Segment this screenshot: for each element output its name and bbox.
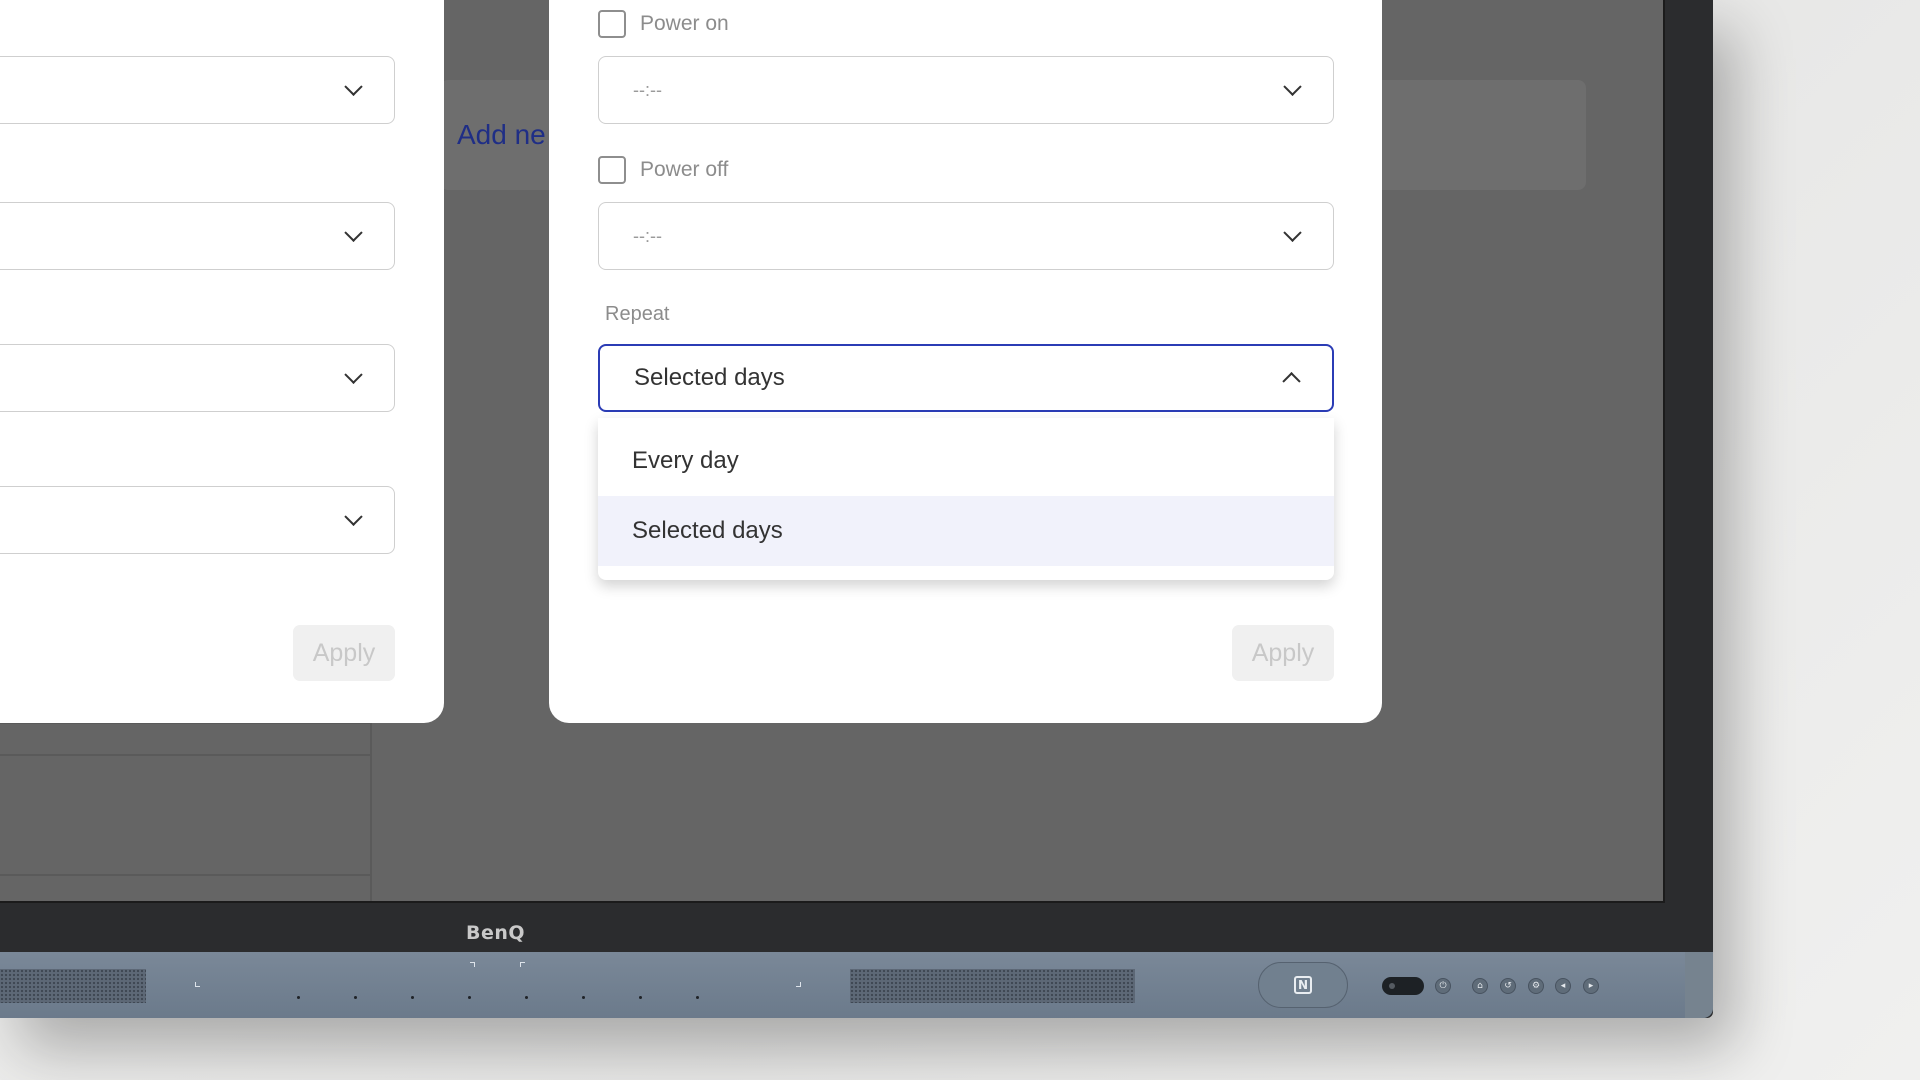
light-sensor	[1382, 977, 1424, 995]
left-apply-button[interactable]: Apply	[293, 625, 395, 681]
chevron-down-icon	[1283, 223, 1302, 242]
mic-dot	[639, 996, 642, 999]
speaker-grille-right	[850, 969, 1135, 1003]
chevron-down-icon	[344, 365, 363, 384]
mic-dot	[582, 996, 585, 999]
chevron-down-icon	[344, 223, 363, 242]
repeat-option-selected-days[interactable]: Selected days	[598, 496, 1334, 566]
repeat-option-every-day[interactable]: Every day	[598, 426, 1334, 496]
add-new-link[interactable]: Add ne	[457, 119, 546, 151]
chevron-down-icon	[1283, 77, 1302, 96]
mic-dot	[411, 996, 414, 999]
apply-button[interactable]: Apply	[1232, 625, 1334, 681]
power-off-time-value: --:--	[633, 225, 662, 246]
settings-icon[interactable]: ⚙	[1528, 978, 1544, 994]
corner-mark	[470, 962, 475, 967]
mic-dot	[468, 996, 471, 999]
mic-dot	[297, 996, 300, 999]
power-on-time-value: --:--	[633, 79, 662, 100]
volume-up-icon[interactable]: ▸	[1583, 978, 1599, 994]
repeat-select[interactable]: Selected days	[598, 344, 1334, 412]
left-select-4[interactable]	[0, 486, 395, 554]
corner-mark	[796, 982, 801, 987]
left-dialog: Apply	[0, 0, 444, 723]
power-on-checkbox[interactable]	[598, 10, 626, 38]
volume-down-icon[interactable]: ◂	[1555, 978, 1571, 994]
repeat-dropdown-menu: Every day Selected days	[598, 418, 1334, 580]
power-off-row: Power off	[598, 156, 728, 184]
brand-logo: BenQ	[466, 922, 526, 944]
power-on-label: Power on	[640, 12, 729, 35]
bg-divider	[0, 754, 372, 756]
nfc-reader[interactable]: N	[1258, 962, 1348, 1008]
power-off-checkbox[interactable]	[598, 156, 626, 184]
bezel-end-cap	[1685, 952, 1713, 1018]
left-select-2[interactable]	[0, 202, 395, 270]
power-on-time-select[interactable]: --:--	[598, 56, 1334, 124]
nfc-icon: N	[1294, 976, 1312, 994]
screen: Add ne Apply Power on --:-- Power off --…	[0, 0, 1665, 903]
power-schedule-dialog: Power on --:-- Power off --:-- Repeat Se…	[549, 0, 1382, 723]
chevron-down-icon	[344, 77, 363, 96]
power-on-row: Power on	[598, 10, 729, 38]
bg-divider	[0, 874, 372, 876]
speaker-grille-left	[0, 969, 146, 1003]
repeat-selected-value: Selected days	[634, 364, 785, 391]
mic-dot	[525, 996, 528, 999]
display-monitor: Add ne Apply Power on --:-- Power off --…	[0, 0, 1713, 1018]
power-icon[interactable]: ⏻	[1435, 978, 1451, 994]
power-off-label: Power off	[640, 158, 729, 181]
corner-mark	[520, 962, 525, 967]
chevron-down-icon	[344, 507, 363, 526]
left-select-1[interactable]	[0, 56, 395, 124]
back-icon[interactable]: ↺	[1500, 978, 1516, 994]
left-select-3[interactable]	[0, 344, 395, 412]
mic-dot	[354, 996, 357, 999]
chevron-up-icon	[1282, 372, 1301, 391]
corner-mark	[195, 982, 200, 987]
mic-dot	[696, 996, 699, 999]
power-off-time-select[interactable]: --:--	[598, 202, 1334, 270]
home-icon[interactable]: ⌂	[1472, 978, 1488, 994]
repeat-label: Repeat	[605, 303, 670, 325]
